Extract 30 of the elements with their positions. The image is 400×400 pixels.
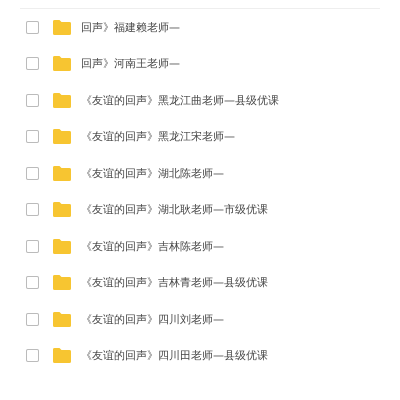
folder-name[interactable]: 《友谊的回声》四川田老师—县级优课	[81, 348, 268, 364]
checkbox[interactable]	[26, 94, 39, 107]
checkbox[interactable]	[26, 20, 39, 34]
folder-name[interactable]: 《友谊的回声》吉林青老师—县级优课	[81, 275, 268, 290]
checkbox[interactable]	[26, 276, 39, 290]
checkbox[interactable]	[26, 312, 39, 326]
folder-name[interactable]: 《友谊的回声》湖北耿老师—市级优课	[81, 202, 268, 218]
checkbox[interactable]	[26, 240, 39, 253]
folder-name[interactable]: 《友谊的回声》四川刘老师—	[81, 312, 224, 327]
folder-name[interactable]: 《友谊的回声》吉林陈老师—	[81, 238, 224, 254]
checkbox[interactable]	[26, 130, 39, 144]
checkbox[interactable]	[26, 57, 39, 70]
folder-name[interactable]: 回声》福建赖老师—	[81, 20, 180, 35]
checkbox[interactable]	[26, 349, 39, 362]
checkbox[interactable]	[26, 203, 39, 216]
folder-name[interactable]: 回声》河南王老师—	[81, 56, 180, 72]
checkbox[interactable]	[26, 166, 39, 180]
folder-icon	[53, 238, 71, 254]
folder-icon	[53, 56, 71, 72]
folder-name[interactable]: 《友谊的回声》黑龙江宋老师—	[81, 129, 235, 144]
folder-icon	[53, 312, 71, 327]
folder-icon	[53, 202, 71, 218]
folder-icon	[53, 92, 71, 108]
folder-icon	[53, 348, 71, 364]
folder-icon	[53, 166, 71, 181]
folder-name[interactable]: 《友谊的回声》湖北陈老师—	[81, 166, 224, 181]
folder-icon	[53, 275, 71, 290]
folder-icon	[53, 129, 71, 144]
folder-name[interactable]: 《友谊的回声》黑龙江曲老师—县级优课	[81, 92, 279, 108]
folder-icon	[53, 20, 71, 35]
